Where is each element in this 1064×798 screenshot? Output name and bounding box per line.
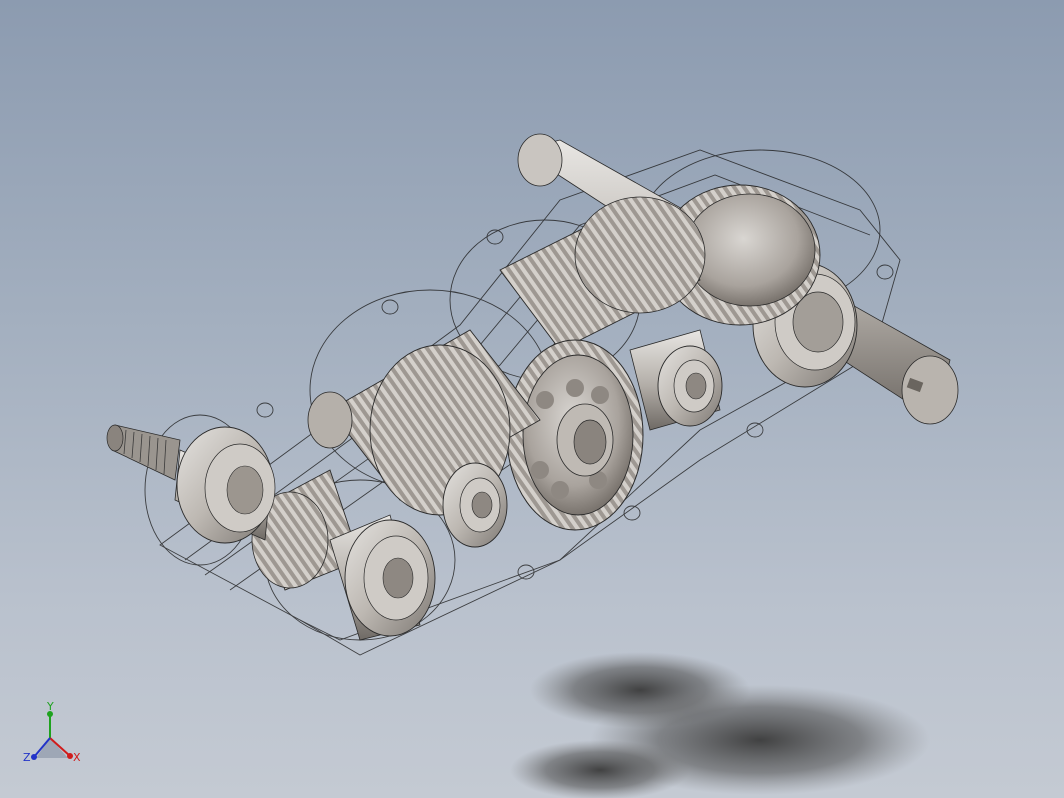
large-spur-gear[interactable] bbox=[506, 339, 644, 531]
intermediate-shaft[interactable] bbox=[629, 329, 723, 431]
y-axis-label: Y bbox=[46, 700, 54, 713]
intermediate-bearing[interactable] bbox=[442, 462, 508, 548]
intermediate-gear-lower[interactable] bbox=[307, 329, 541, 516]
ground-shadow bbox=[510, 652, 930, 798]
x-axis-label: X bbox=[73, 751, 81, 764]
intermediate-gear-upper[interactable] bbox=[499, 196, 706, 351]
z-axis-label: Z bbox=[23, 751, 31, 764]
orientation-triad[interactable]: Y X Z bbox=[14, 700, 94, 780]
lower-bearing[interactable] bbox=[329, 514, 436, 641]
cad-viewport[interactable] bbox=[0, 0, 1064, 798]
